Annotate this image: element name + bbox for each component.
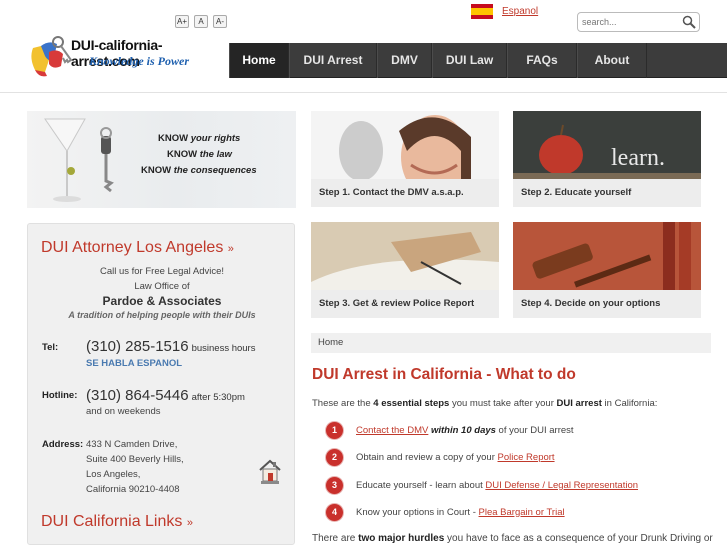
- step-text: Contact the DMV within 10 days of your D…: [356, 424, 574, 436]
- nav-home[interactable]: Home: [229, 43, 289, 78]
- step-number-badge: 2: [326, 448, 343, 466]
- hotline-label: Hotline:: [42, 390, 78, 401]
- font-decrease-button[interactable]: A-: [213, 15, 227, 28]
- page-title: DUI Arrest in California - What to do: [312, 366, 576, 383]
- step-number-badge: 1: [326, 421, 343, 439]
- address-line: Suite 400 Beverly Hills,: [86, 454, 184, 465]
- address-line: 433 N Camden Drive,: [86, 439, 178, 450]
- step-text: Know your options in Court - Plea Bargai…: [356, 506, 565, 518]
- links-heading[interactable]: DUI California Links »: [41, 513, 193, 531]
- house-icon[interactable]: [258, 458, 282, 486]
- plea-bargain-link[interactable]: Plea Bargain or Trial: [479, 507, 565, 518]
- call-line: Call us for Free Legal Advice!: [99, 266, 225, 277]
- step-tile-caption: Step 2. Educate yourself: [513, 179, 701, 207]
- law-office-label: Law Office of: [134, 281, 190, 292]
- promo-line-consequences: KNOW the consequences: [141, 165, 257, 176]
- language-switch[interactable]: Espanol: [471, 4, 538, 19]
- promo-line-rights: KNOW your rights: [158, 133, 241, 144]
- step-tile-3[interactable]: Step 3. Get & review Police Report: [311, 222, 499, 318]
- step-item-2: 2 Obtain and review a copy of your Polic…: [326, 448, 555, 466]
- spain-flag-icon: [471, 4, 493, 19]
- font-size-controls: A+ A A-: [175, 15, 227, 28]
- nav-about[interactable]: About: [577, 43, 647, 78]
- step-number-badge: 4: [326, 503, 343, 521]
- step-tile-2[interactable]: learn. Step 2. Educate yourself: [513, 111, 701, 207]
- search-box: [577, 12, 700, 32]
- nav-dmv[interactable]: DMV: [377, 43, 432, 78]
- hotline-note: after 5:30pm: [191, 392, 245, 403]
- step-tile-4[interactable]: Step 4. Decide on your options: [513, 222, 701, 318]
- hotline-number-line[interactable]: (310) 864-5446 after 5:30pm: [86, 387, 245, 405]
- step-tile-caption: Step 1. Contact the DMV a.s.a.p.: [311, 179, 499, 207]
- step-number-badge: 3: [326, 476, 343, 494]
- hurdles-paragraph: There are two major hurdles you have to …: [312, 533, 713, 544]
- firm-tagline: A tradition of helping people with their…: [68, 310, 256, 320]
- firm-name: Pardoe & Associates: [102, 294, 222, 308]
- address-line: California 90210-4408: [86, 484, 180, 495]
- breadcrumb: Home: [311, 333, 711, 353]
- promo-banner: KNOW your rights KNOW the law KNOW the c…: [27, 111, 296, 208]
- svg-text:learn.: learn.: [611, 145, 665, 171]
- intro-text: These are the 4 essential steps you must…: [312, 398, 658, 409]
- search-input[interactable]: [582, 15, 680, 29]
- language-link[interactable]: Espanol: [502, 6, 538, 17]
- step-item-1: 1 Contact the DMV within 10 days of your…: [326, 421, 574, 439]
- tel-label: Tel:: [42, 342, 59, 353]
- martini-keys-image: [44, 118, 114, 202]
- font-increase-button[interactable]: A+: [175, 15, 189, 28]
- nav-dui-arrest[interactable]: DUI Arrest: [289, 43, 377, 78]
- hotline-number: (310) 864-5446: [86, 387, 189, 404]
- nav-dui-law[interactable]: DUI Law: [432, 43, 507, 78]
- address-label: Address:: [42, 439, 84, 450]
- police-report-link[interactable]: Police Report: [498, 452, 555, 463]
- main-navigation: Home DUI Arrest DMV DUI Law FAQs About: [229, 43, 727, 78]
- dui-defense-link[interactable]: DUI Defense / Legal Representation: [485, 480, 638, 491]
- attorney-heading[interactable]: DUI Attorney Los Angeles »: [41, 239, 234, 257]
- search-icon[interactable]: [682, 15, 696, 29]
- step-tile-caption: Step 3. Get & review Police Report: [311, 290, 499, 318]
- nav-faqs[interactable]: FAQs: [507, 43, 577, 78]
- step-item-4: 4 Know your options in Court - Plea Barg…: [326, 503, 565, 521]
- tel-note: business hours: [191, 343, 256, 354]
- double-chevron-right-icon: »: [186, 517, 193, 529]
- tel-number: (310) 285-1516: [86, 338, 189, 355]
- step-tile-caption: Step 4. Decide on your options: [513, 290, 701, 318]
- logo-tagline: Knowledge is Power: [89, 54, 190, 68]
- step-item-3: 3 Educate yourself - learn about DUI Def…: [326, 476, 638, 494]
- site-logo[interactable]: DUI-california-arrest.com Knowledge is P…: [27, 30, 222, 82]
- breadcrumb-home[interactable]: Home: [318, 337, 343, 348]
- promo-line-law: KNOW the law: [167, 149, 232, 160]
- step-text: Obtain and review a copy of your Police …: [356, 451, 555, 463]
- contact-dmv-link[interactable]: Contact the DMV: [356, 425, 428, 436]
- spanish-spoken-note: SE HABLA ESPANOL: [86, 358, 183, 369]
- step-text: Educate yourself - learn about DUI Defen…: [356, 479, 639, 491]
- double-chevron-right-icon: »: [227, 243, 234, 255]
- hotline-note-2: and on weekends: [86, 406, 161, 417]
- attorney-contact-card: DUI Attorney Los Angeles » Call us for F…: [27, 223, 295, 545]
- font-reset-button[interactable]: A: [194, 15, 208, 28]
- address-line: Los Angeles,: [86, 469, 141, 480]
- tel-number-line[interactable]: (310) 285-1516 business hours: [86, 338, 255, 356]
- step-tile-1[interactable]: Step 1. Contact the DMV a.s.a.p.: [311, 111, 499, 207]
- car-keys-logo-icon: [31, 36, 73, 77]
- header-divider: [0, 92, 727, 93]
